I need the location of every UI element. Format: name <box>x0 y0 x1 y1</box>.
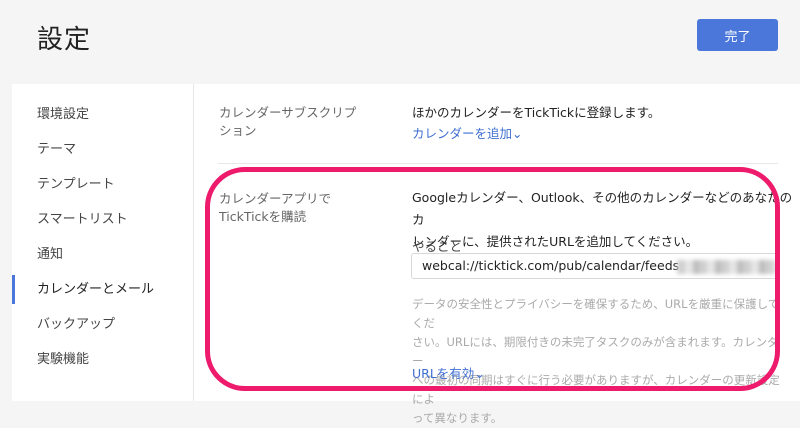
privacy-note: データの安全性とプライバシーを確保するため、URLを厳重に保護してくだ さい。U… <box>412 295 780 428</box>
sidebar-item-backup[interactable]: バックアップ <box>12 307 193 342</box>
settings-sidebar: 環境設定 テーマ テンプレート スマートリスト 通知 カレンダーとメール バック… <box>12 84 194 401</box>
app-subscribe-label-line: カレンダーアプリで <box>219 191 332 206</box>
sidebar-item-preferences[interactable]: 環境設定 <box>12 97 193 132</box>
subscription-description: ほかのカレンダーをTickTickに登録します。 <box>412 105 661 120</box>
app-subscribe-description: Googleカレンダー、Outlook、その他のカレンダーなどのあなたのカ レン… <box>412 187 800 253</box>
calendar-url-field[interactable]: webcal://ticktick.com/pub/calendar/feeds <box>411 253 778 279</box>
privacy-note-line: って異なります。 <box>412 411 503 425</box>
add-calendar-link[interactable]: カレンダーを追加⌄ <box>412 123 522 142</box>
redacted-url-blur <box>677 259 777 274</box>
page-title: 設定 <box>37 25 92 55</box>
divider <box>218 163 778 164</box>
calendar-url-text: webcal://ticktick.com/pub/calendar/feeds <box>422 258 680 273</box>
subscription-label-line: ション <box>219 123 257 138</box>
subscription-label-line: カレンダーサブスクリプ <box>219 105 357 120</box>
app-subscribe-label-line: TickTickを購読 <box>219 209 307 224</box>
app-subscribe-label: カレンダーアプリで TickTickを購読 <box>219 190 331 226</box>
sidebar-item-labs[interactable]: 実験機能 <box>12 342 193 377</box>
done-button[interactable]: 完了 <box>697 19 778 51</box>
privacy-note-line: データの安全性とプライバシーを確保するため、URLを厳重に保護してくだ <box>412 297 780 330</box>
sidebar-item-calendar-mail[interactable]: カレンダーとメール <box>12 272 193 307</box>
enable-url-link[interactable]: URLを有効⌄ <box>412 363 485 382</box>
app-subscribe-description-line: レンダーに、提供されたURLを追加してください。 <box>412 234 699 249</box>
sidebar-item-notifications[interactable]: 通知 <box>12 237 193 272</box>
sidebar-item-smart-list[interactable]: スマートリスト <box>12 202 193 237</box>
subscription-label: カレンダーサブスクリプ ション <box>219 104 356 140</box>
sidebar-item-templates[interactable]: テンプレート <box>12 167 193 202</box>
sidebar-item-theme[interactable]: テーマ <box>12 132 193 167</box>
app-subscribe-description-line: Googleカレンダー、Outlook、その他のカレンダーなどのあなたのカ <box>412 190 793 227</box>
